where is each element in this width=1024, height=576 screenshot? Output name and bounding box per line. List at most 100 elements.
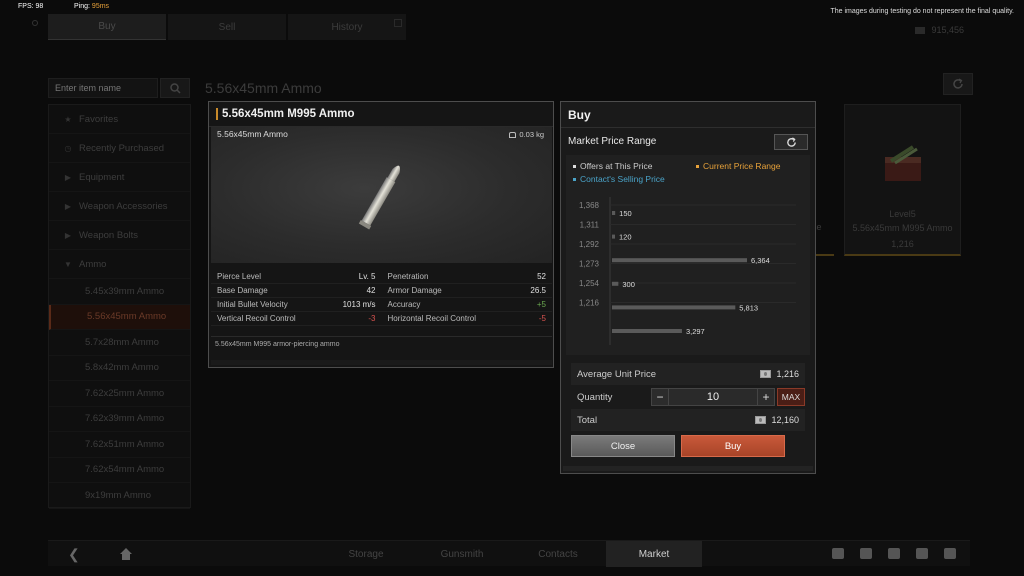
- quantity-input[interactable]: 10: [669, 388, 757, 406]
- gear-icon[interactable]: [944, 548, 956, 559]
- total-row: Total 12,160: [571, 409, 805, 431]
- category-sidebar: ★ Favorites ◷ Recently Purchased ▶ Equipmen…: [48, 104, 191, 509]
- bar-value-label: 300: [622, 280, 635, 289]
- sidebar-item-weapon-bolts[interactable]: ▶ Weapon Bolts: [49, 221, 190, 250]
- price-range-chart: Offers at This Price Current Price Range…: [566, 155, 810, 355]
- fps-counter: FPS: 98: [18, 3, 44, 10]
- tab-market[interactable]: Market: [606, 541, 702, 567]
- sidebar-subitem-762x25[interactable]: 7.62x25mm Ammo: [49, 381, 190, 407]
- back-arrow-icon[interactable]: ❮: [68, 546, 80, 563]
- tab-gunsmith[interactable]: Gunsmith: [414, 541, 510, 567]
- star-icon: ★: [64, 114, 72, 124]
- item-card[interactable]: Level5 5.56x45mm M995 Ammo 1,216: [844, 104, 961, 256]
- bar-value-label: 120: [619, 233, 632, 242]
- bar-value-label: 5,813: [739, 303, 758, 312]
- y-tick-label: 1,254: [579, 279, 600, 288]
- sidebar-subitem-57x28[interactable]: 5.7x28mm Ammo: [49, 330, 190, 356]
- chat-icon[interactable]: [860, 548, 872, 559]
- stat-row: Vertical Recoil Control -3 Horizontal Rec…: [211, 312, 552, 326]
- quantity-max-button[interactable]: MAX: [777, 388, 805, 406]
- rarity-bar: [216, 108, 218, 120]
- weight-icon: [509, 131, 517, 138]
- quantity-increase-button[interactable]: +: [757, 388, 775, 406]
- caret-down-icon: ▼: [64, 259, 72, 269]
- bottom-nav-bar: ❮ Storage Gunsmith Contacts Market: [48, 540, 970, 567]
- sidebar-subitem-545x39[interactable]: 5.45x39mm Ammo: [49, 279, 190, 305]
- price-bar: [612, 281, 619, 286]
- user-icon[interactable]: [916, 548, 928, 559]
- stat-value: +5: [536, 300, 546, 309]
- sidebar-item-equipment[interactable]: ▶ Equipment: [49, 163, 190, 192]
- item-stats-table: Pierce Level Lv. 5 Penetration 52 Base Dam…: [211, 270, 552, 326]
- bar-value-label: 3,297: [686, 327, 705, 336]
- stat-row: Pierce Level Lv. 5 Penetration 52: [211, 270, 552, 284]
- market-tabs: Buy Sell History: [48, 14, 408, 40]
- sidebar-subitem-762x51[interactable]: 7.62x51mm Ammo: [49, 432, 190, 458]
- sidebar-item-weapon-accessories[interactable]: ▶ Weapon Accessories: [49, 192, 190, 221]
- confirm-buy-button[interactable]: Buy: [681, 435, 785, 457]
- stat-penetration: Penetration 52: [382, 270, 553, 283]
- cash-icon: [760, 370, 772, 378]
- search-button[interactable]: [160, 78, 190, 98]
- y-tick-label: 1,292: [579, 240, 600, 249]
- item-category: 5.56x45mm Ammo: [217, 129, 288, 139]
- price-bar: [612, 329, 682, 333]
- cash-icon: [755, 416, 767, 424]
- total-label: Total: [577, 414, 598, 426]
- y-tick-label: 1,216: [579, 299, 600, 308]
- sidebar-item-label: 5.56x45mm Ammo: [87, 311, 167, 323]
- page-title: 5.56x45mm Ammo: [205, 80, 322, 96]
- quantity-decrease-button[interactable]: −: [651, 388, 669, 406]
- sidebar-item-ammo[interactable]: ▼ Ammo: [49, 250, 190, 279]
- search-icon: [169, 82, 181, 94]
- tab-label: Buy: [98, 21, 116, 32]
- close-button[interactable]: Close: [571, 435, 675, 457]
- search-input[interactable]: [48, 78, 158, 98]
- stat-label: Base Damage: [217, 286, 268, 295]
- stat-value: Lv. 5: [358, 272, 376, 281]
- tab-sell[interactable]: Sell: [168, 14, 286, 40]
- home-icon[interactable]: [118, 546, 134, 562]
- ammo-box-icon: [885, 145, 921, 181]
- stat-value: 26.5: [530, 286, 546, 295]
- sidebar-subitem-762x54[interactable]: 7.62x54mm Ammo: [49, 458, 190, 483]
- market-price-range-label: Market Price Range: [568, 136, 657, 147]
- sidebar-item-label: 7.62x39mm Ammo: [85, 413, 165, 425]
- mail-icon[interactable]: [888, 548, 900, 559]
- tab-history[interactable]: History: [288, 14, 406, 40]
- document-icon[interactable]: [832, 548, 844, 559]
- average-unit-price-row: Average Unit Price 1,216: [571, 363, 805, 385]
- divider: [561, 127, 815, 128]
- sidebar-subitem-556x45[interactable]: 5.56x45mm Ammo: [49, 304, 190, 330]
- stat-value: 52: [537, 272, 546, 281]
- sidebar-item-label: 7.62x51mm Ammo: [85, 438, 165, 450]
- refresh-icon: [953, 78, 963, 89]
- stat-vertical-recoil: Vertical Recoil Control -3: [211, 312, 382, 325]
- tab-label: History: [331, 21, 363, 33]
- sidebar-subitem-58x42[interactable]: 5.8x42mm Ammo: [49, 356, 190, 381]
- total-price: 12,160: [755, 415, 799, 425]
- sidebar-item-label: 7.62x54mm Ammo: [85, 464, 165, 476]
- panel-footer: [211, 360, 552, 365]
- sidebar-item-favorites[interactable]: ★ Favorites: [49, 105, 190, 134]
- tab-buy[interactable]: Buy: [48, 14, 166, 40]
- refresh-button[interactable]: [943, 73, 973, 95]
- price-bar: [612, 211, 616, 215]
- tab-contacts[interactable]: Contacts: [510, 541, 606, 567]
- clock-icon: ◷: [64, 143, 72, 153]
- item-image: 5.56x45mm Ammo 0.03 kg: [211, 127, 552, 263]
- sidebar-subitem-762x39[interactable]: 7.62x39mm Ammo: [49, 407, 190, 432]
- tab-storage[interactable]: Storage: [318, 541, 414, 567]
- balance-value: 915,456: [931, 25, 964, 35]
- bar-value-label: 6,364: [751, 256, 770, 265]
- stat-base-damage: Base Damage 42: [211, 284, 382, 297]
- purchase-summary: Average Unit Price 1,216 Quantity − 10 +…: [571, 363, 805, 432]
- stat-value: 42: [366, 286, 376, 295]
- sidebar-item-label: 7.62x25mm Ammo: [85, 387, 165, 399]
- stat-accuracy: Accuracy +5: [382, 298, 553, 311]
- sidebar-item-label: 9x19mm Ammo: [85, 489, 151, 501]
- sidebar-subitem-9x19[interactable]: 9x19mm Ammo: [49, 483, 190, 509]
- price-refresh-button[interactable]: [774, 134, 808, 150]
- sidebar-item-recently-purchased[interactable]: ◷ Recently Purchased: [49, 134, 190, 163]
- caret-right-icon: ▶: [64, 172, 72, 182]
